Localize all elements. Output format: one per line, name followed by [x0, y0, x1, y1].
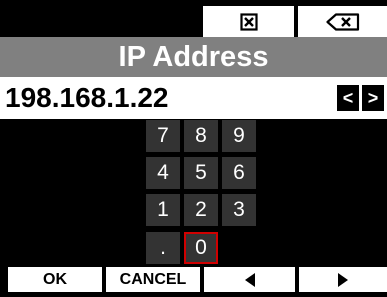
ip-address-value: 198.168.1.22	[5, 82, 169, 113]
key-9[interactable]: 9	[222, 120, 256, 152]
key-3[interactable]: 3	[222, 194, 256, 226]
key-6[interactable]: 6	[222, 157, 256, 189]
clear-x-icon	[239, 12, 258, 31]
previous-button[interactable]	[204, 267, 295, 292]
key-4[interactable]: 4	[146, 157, 180, 189]
key-dot[interactable]: .	[146, 232, 180, 264]
cancel-button[interactable]: CANCEL	[106, 267, 200, 292]
key-7[interactable]: 7	[146, 120, 180, 152]
next-button[interactable]	[299, 267, 387, 292]
numeric-keypad: 7 8 9 4 5 6 1 2 3 . 0	[0, 119, 387, 267]
clear-button[interactable]	[199, 6, 294, 37]
cursor-right-button[interactable]: >	[362, 85, 384, 111]
bottom-softkey-bar: OK CANCEL	[0, 267, 387, 297]
ip-address-field[interactable]: 198.168.1.22	[0, 77, 387, 119]
right-triangle-icon	[338, 272, 348, 287]
device-screen: IP Address 198.168.1.22 < > 7 8 9 4 5 6 …	[0, 0, 387, 297]
key-2[interactable]: 2	[184, 194, 218, 226]
key-5[interactable]: 5	[184, 157, 218, 189]
key-1[interactable]: 1	[146, 194, 180, 226]
ok-button[interactable]: OK	[8, 267, 102, 292]
key-8[interactable]: 8	[184, 120, 218, 152]
backspace-icon	[325, 12, 359, 31]
key-0[interactable]: 0	[184, 232, 218, 264]
backspace-button[interactable]	[294, 6, 387, 37]
left-triangle-icon	[244, 272, 255, 287]
top-softkey-bar	[0, 0, 387, 37]
cursor-left-button[interactable]: <	[337, 85, 359, 111]
page-title: IP Address	[0, 37, 387, 77]
